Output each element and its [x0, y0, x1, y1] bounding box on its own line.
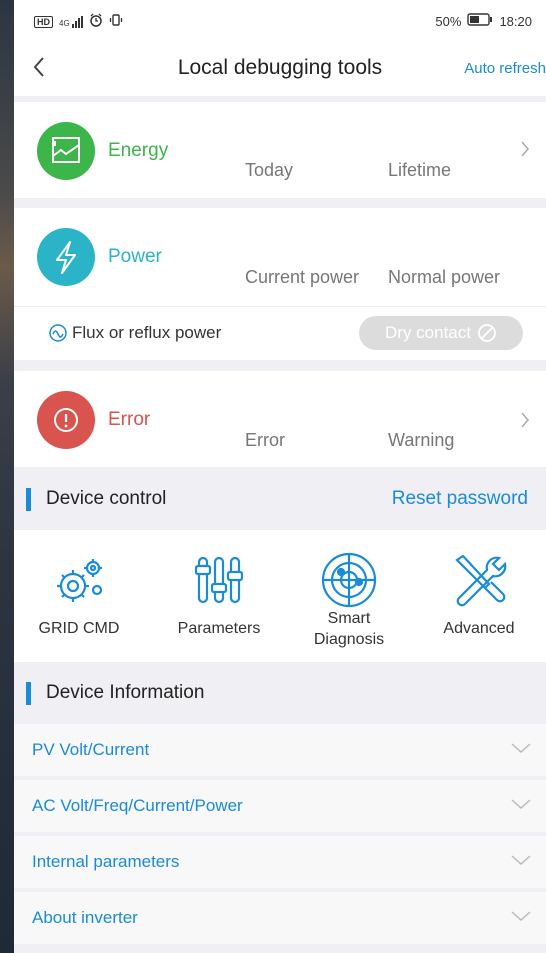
tools-icon — [449, 550, 509, 610]
advanced-label: Advanced — [443, 620, 515, 637]
error-card[interactable]: Error Error Warning — [14, 371, 546, 467]
chevron-down-icon — [510, 792, 532, 821]
device-information-header: Device Information — [14, 670, 546, 716]
dry-contact-label: Dry contact — [385, 323, 471, 342]
warning-count-label: Warning — [388, 430, 455, 450]
energy-label: Energy — [108, 140, 169, 161]
hd-icon: HD — [34, 15, 53, 28]
device-control-panel: GRID CMD Parameters Smart Diagnosis Adva… — [14, 530, 546, 662]
info-row-ac-volt-freq[interactable]: AC Volt/Freq/Current/Power — [14, 780, 546, 832]
energy-lifetime-label: Lifetime — [388, 160, 452, 180]
current-power-label: Current power — [245, 267, 360, 287]
energy-icon — [37, 122, 95, 180]
status-right: 50% 18:20 — [435, 13, 532, 29]
normal-power-label: Normal power — [388, 267, 501, 287]
chevron-right-icon — [520, 138, 530, 164]
flux-reflux-power[interactable]: Flux or reflux power — [48, 323, 221, 343]
alarm-icon — [89, 13, 103, 30]
battery-percent: 50% — [435, 13, 462, 29]
info-row-label: About inverter — [32, 908, 138, 927]
app-screen: HD 4G 50% 18:20 Local debugging tools Au… — [14, 0, 546, 953]
device-information-title: Device Information — [46, 682, 205, 703]
section-accent-bar — [26, 488, 31, 511]
info-row-pv-volt-current[interactable]: PV Volt/Current — [14, 724, 546, 776]
status-left: HD 4G — [34, 13, 123, 30]
device-control-title: Device control — [46, 488, 167, 509]
sliders-icon — [189, 550, 249, 610]
divider — [14, 306, 546, 307]
grid-cmd-button[interactable]: GRID CMD — [14, 530, 144, 662]
signal-icon: 4G — [59, 15, 83, 28]
flux-reflux-label: Flux or reflux power — [72, 323, 222, 342]
smart-diagnosis-button[interactable]: Smart Diagnosis — [284, 530, 414, 662]
auto-refresh-button[interactable]: Auto refresh — [464, 60, 546, 77]
clock-time: 18:20 — [499, 13, 532, 29]
error-alert-icon — [37, 391, 95, 449]
device-control-header: Device control Reset password — [14, 476, 546, 522]
network-label: 4G — [59, 18, 70, 28]
reset-password-link[interactable]: Reset password — [392, 488, 528, 510]
power-label: Power — [108, 246, 162, 267]
info-row-about-inverter[interactable]: About inverter — [14, 892, 546, 944]
info-row-label: AC Volt/Freq/Current/Power — [32, 796, 243, 815]
battery-icon — [467, 13, 493, 29]
error-count-label: Error — [245, 430, 285, 450]
section-accent-bar — [26, 682, 31, 705]
chevron-down-icon — [510, 904, 532, 933]
advanced-button[interactable]: Advanced — [414, 530, 544, 662]
grid-cmd-label: GRID CMD — [38, 620, 120, 637]
info-row-label: Internal parameters — [32, 852, 180, 871]
energy-today-label: Today — [245, 160, 294, 180]
power-lightning-icon — [37, 228, 95, 286]
power-card: Power Current power Normal power Flux or… — [14, 208, 546, 360]
chevron-down-icon — [510, 736, 532, 765]
gears-icon — [49, 550, 109, 610]
parameters-button[interactable]: Parameters — [154, 530, 284, 662]
nav-bar: Local debugging tools Auto refresh — [14, 40, 546, 96]
dry-contact-button[interactable]: Dry contact — [359, 316, 523, 350]
wave-circle-icon — [49, 324, 67, 342]
energy-card[interactable]: Energy Today Lifetime — [14, 102, 546, 198]
radar-icon — [319, 550, 379, 610]
background-edge — [0, 0, 14, 953]
status-bar: HD 4G 50% 18:20 — [14, 0, 546, 40]
info-row-label: PV Volt/Current — [32, 740, 150, 759]
vibrate-icon — [109, 13, 123, 30]
chevron-down-icon — [510, 848, 532, 877]
smart-diagnosis-label-line1: Smart — [327, 610, 371, 627]
error-label: Error — [108, 409, 151, 430]
prohibited-icon — [478, 324, 496, 342]
info-row-internal-parameters[interactable]: Internal parameters — [14, 836, 546, 888]
smart-diagnosis-label-line2: Diagnosis — [313, 631, 385, 648]
parameters-label: Parameters — [177, 620, 261, 637]
chevron-right-icon — [520, 409, 530, 435]
